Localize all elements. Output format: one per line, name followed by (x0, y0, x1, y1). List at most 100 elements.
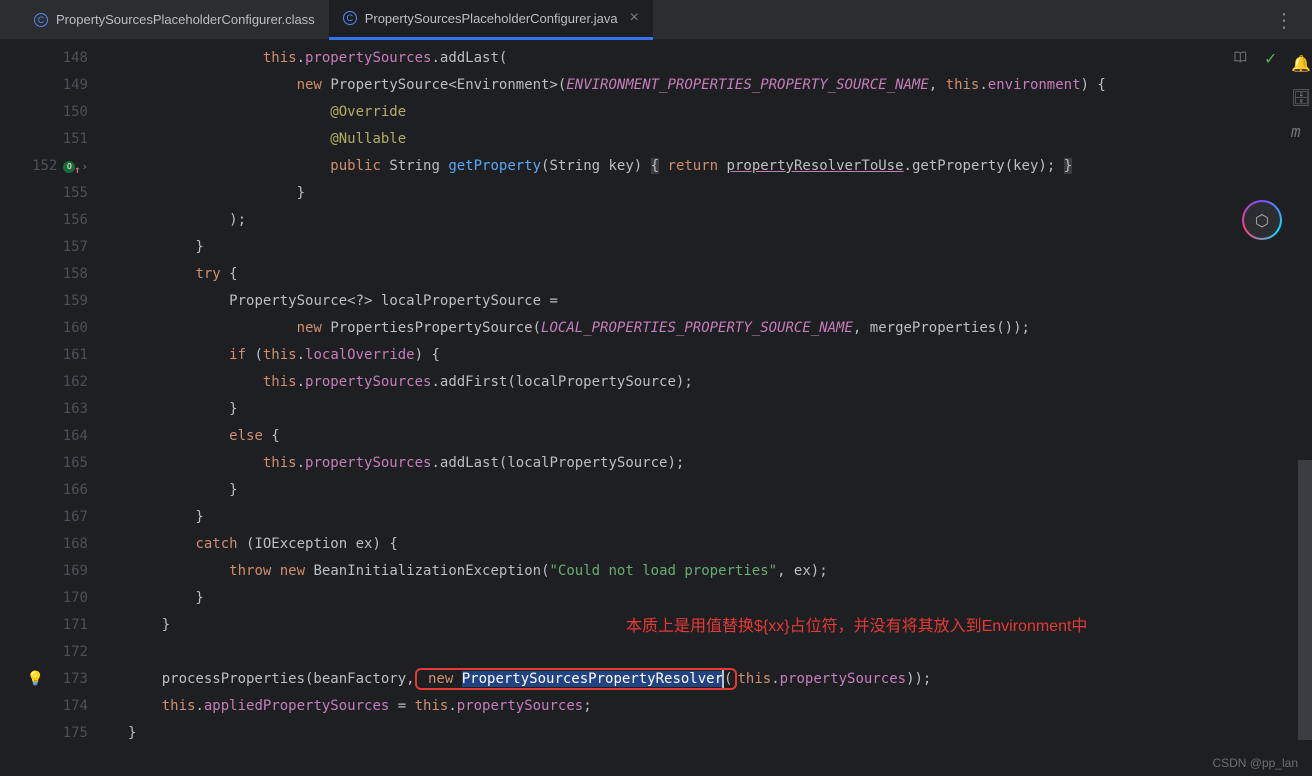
override-marker-icon[interactable]: O (63, 161, 75, 173)
gutter-line: 171 (0, 612, 118, 639)
line-number: 172 (50, 639, 88, 666)
database-icon[interactable]: 🗄 (1291, 88, 1307, 104)
gutter-line: 151 (0, 126, 118, 153)
line-number: 157 (50, 234, 88, 261)
code-line[interactable]: new PropertiesPropertySource(LOCAL_PROPE… (118, 315, 1312, 342)
gutter-line: 174 (0, 693, 118, 720)
line-number: 148 (50, 45, 88, 72)
line-number: 171 (50, 612, 88, 639)
highlight-box: new PropertySourcesPropertyResolver( (415, 668, 738, 690)
line-number: 169 (50, 558, 88, 585)
line-number: 160 (50, 315, 88, 342)
close-icon[interactable]: × (630, 9, 639, 27)
code-line[interactable]: @Override (118, 99, 1312, 126)
watermark: CSDN @pp_lan (1212, 756, 1298, 770)
maven-icon[interactable]: m (1291, 122, 1307, 138)
gutter-line: 175 (0, 720, 118, 747)
code-line[interactable]: if (this.localOverride) { (118, 342, 1312, 369)
gutter-line: 156 (0, 207, 118, 234)
gutter-line: 170 (0, 585, 118, 612)
code-line[interactable]: this.propertySources.addLast(localProper… (118, 450, 1312, 477)
code-line[interactable]: this.propertySources.addLast( (118, 45, 1312, 72)
code-line[interactable]: @Nullable (118, 126, 1312, 153)
code-line[interactable]: } (118, 585, 1312, 612)
gutter-line: 161 (0, 342, 118, 369)
tab-class-file[interactable]: C PropertySourcesPlaceholderConfigurer.c… (20, 0, 329, 40)
tab-label: PropertySourcesPlaceholderConfigurer.cla… (56, 12, 315, 27)
ai-assistant-icon[interactable]: ⬡ (1242, 200, 1282, 240)
right-tool-strip: 🔔 🗄 m (1286, 0, 1312, 776)
code-line[interactable]: throw new BeanInitializationException("C… (118, 558, 1312, 585)
editor-top-icons: ✓ (1233, 48, 1276, 69)
line-number: 168 (50, 531, 88, 558)
gutter-line: 162 (0, 369, 118, 396)
line-number: 151 (50, 126, 88, 153)
line-number: 161 (50, 342, 88, 369)
editor-area: 148149150151152O›15515615715815916016116… (0, 40, 1312, 776)
gutter-line: 155 (0, 180, 118, 207)
notifications-icon[interactable]: 🔔 (1291, 54, 1307, 70)
code-line[interactable]: } (118, 504, 1312, 531)
code-area[interactable]: 本质上是用值替换${xx}占位符，并没有将其放入到Environment中 th… (118, 40, 1312, 776)
code-line[interactable]: else { (118, 423, 1312, 450)
code-line[interactable]: public String getProperty(String key) { … (118, 153, 1312, 180)
code-line[interactable]: catch (IOException ex) { (118, 531, 1312, 558)
gutter-line: 166 (0, 477, 118, 504)
code-line[interactable]: PropertySource<?> localPropertySource = (118, 288, 1312, 315)
tab-bar: C PropertySourcesPlaceholderConfigurer.c… (0, 0, 1312, 40)
tab-java-file[interactable]: C PropertySourcesPlaceholderConfigurer.j… (329, 0, 653, 40)
gutter-line: 158 (0, 261, 118, 288)
gutter-line: 152 O › (0, 153, 118, 180)
line-number: 155 (50, 180, 88, 207)
line-number: 152 (19, 153, 57, 180)
code-line[interactable] (118, 639, 1312, 666)
gutter: 148149150151152O›15515615715815916016116… (0, 40, 118, 776)
line-number: 156 (50, 207, 88, 234)
line-number: 167 (50, 504, 88, 531)
code-line[interactable]: } (118, 396, 1312, 423)
gutter-line: 148 (0, 45, 118, 72)
class-file-icon: C (34, 13, 48, 27)
code-line[interactable]: } (118, 477, 1312, 504)
check-icon[interactable]: ✓ (1265, 48, 1276, 69)
line-number: 166 (50, 477, 88, 504)
gutter-line: 164 (0, 423, 118, 450)
code-line[interactable]: ); (118, 207, 1312, 234)
bulb-icon[interactable]: 💡 (27, 666, 44, 693)
gutter-line: 160 (0, 315, 118, 342)
gutter-line: 172 (0, 639, 118, 666)
selection: PropertySourcesPropertyResolver (462, 671, 723, 687)
code-line[interactable]: this.appliedPropertySources = this.prope… (118, 693, 1312, 720)
code-line[interactable]: } (118, 720, 1312, 747)
code-line[interactable]: } (118, 234, 1312, 261)
annotation-text: 本质上是用值替换${xx}占位符，并没有将其放入到Environment中 (626, 612, 1087, 636)
code-line[interactable]: processProperties(beanFactory, new Prope… (118, 666, 1312, 693)
code-line[interactable]: try { (118, 261, 1312, 288)
line-number: 164 (50, 423, 88, 450)
line-number: 159 (50, 288, 88, 315)
line-number: 163 (50, 396, 88, 423)
gutter-line: 159 (0, 288, 118, 315)
gutter-line: 163 (0, 396, 118, 423)
line-number: 174 (50, 693, 88, 720)
code-line[interactable]: new PropertySource<Environment>(ENVIRONM… (118, 72, 1312, 99)
code-line[interactable]: this.propertySources.addFirst(localPrope… (118, 369, 1312, 396)
line-number: 150 (50, 99, 88, 126)
line-number: 175 (50, 720, 88, 747)
gutter-line: 150 (0, 99, 118, 126)
java-file-icon: C (343, 11, 357, 25)
gutter-line: 167 (0, 504, 118, 531)
gutter-line: 169 (0, 558, 118, 585)
gutter-line: 149 (0, 72, 118, 99)
line-number: 149 (50, 72, 88, 99)
line-number: 158 (50, 261, 88, 288)
tab-label: PropertySourcesPlaceholderConfigurer.jav… (365, 11, 618, 26)
line-number: 170 (50, 585, 88, 612)
line-number: 165 (50, 450, 88, 477)
line-number: 173 (50, 666, 88, 693)
fold-expander-icon[interactable]: › (81, 153, 88, 180)
line-number: 162 (50, 369, 88, 396)
code-line[interactable]: } (118, 180, 1312, 207)
reader-mode-icon[interactable] (1233, 49, 1249, 69)
gutter-line: 💡173 (0, 666, 118, 693)
